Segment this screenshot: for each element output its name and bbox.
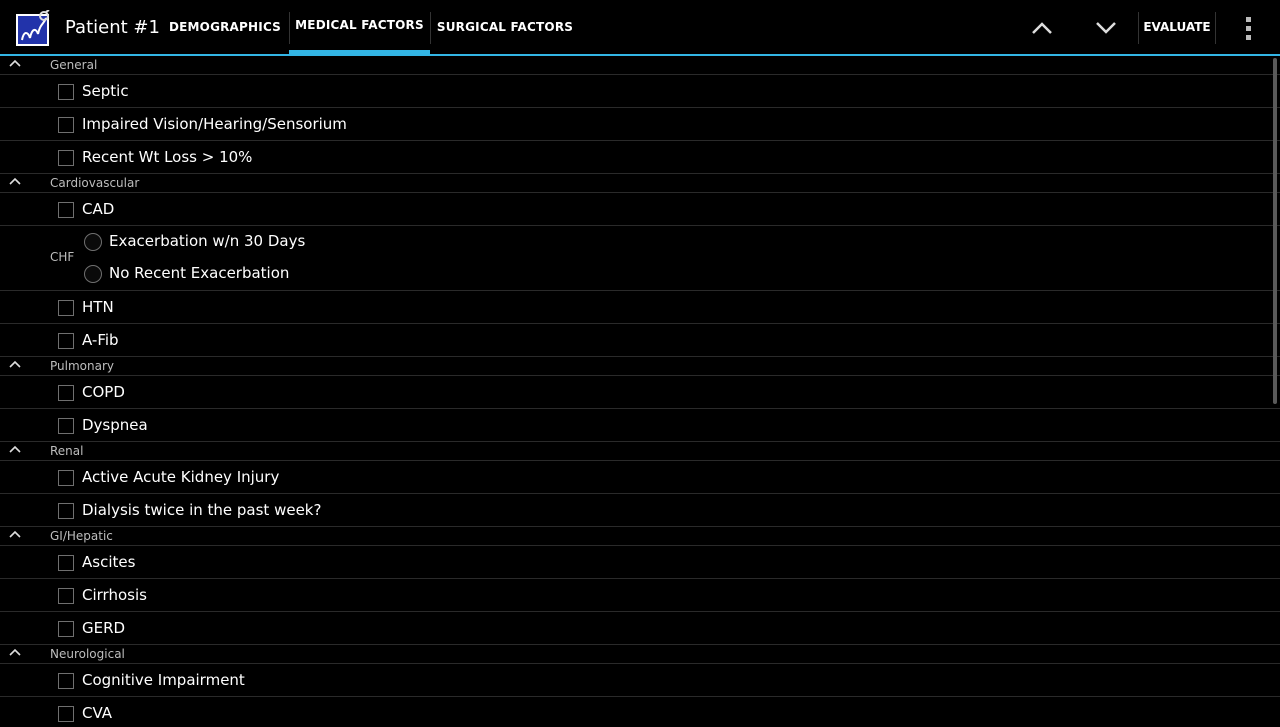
section-header-renal[interactable]: Renal bbox=[0, 442, 1280, 461]
item-label: A-Fib bbox=[82, 331, 119, 349]
list-item[interactable]: CAD bbox=[0, 193, 1280, 226]
impaired-vision-checkbox[interactable] bbox=[58, 117, 74, 133]
section-title: General bbox=[50, 58, 98, 72]
list-item[interactable]: Recent Wt Loss > 10% bbox=[0, 141, 1280, 174]
septic-checkbox[interactable] bbox=[58, 84, 74, 100]
item-label: CAD bbox=[82, 200, 115, 218]
section-header-gi-hepatic[interactable]: GI/Hepatic bbox=[0, 527, 1280, 546]
item-label: GERD bbox=[82, 619, 126, 637]
chevron-up-icon bbox=[9, 648, 21, 656]
item-label: Cirrhosis bbox=[82, 586, 147, 604]
list-item[interactable]: Impaired Vision/Hearing/Sensorium bbox=[0, 108, 1280, 141]
section-header-general[interactable]: General bbox=[0, 56, 1280, 75]
a-fib-checkbox[interactable] bbox=[58, 333, 74, 349]
item-label: HTN bbox=[82, 298, 114, 316]
section-title: Cardiovascular bbox=[50, 176, 140, 190]
list-item[interactable]: HTN bbox=[0, 291, 1280, 324]
cirrhosis-checkbox[interactable] bbox=[58, 588, 74, 604]
section-header-pulmonary[interactable]: Pulmonary bbox=[0, 357, 1280, 376]
action-bar: Patient #1 DEMOGRAPHICS MEDICAL FACTORS … bbox=[0, 0, 1280, 56]
dyspnea-checkbox[interactable] bbox=[58, 418, 74, 434]
list-item[interactable]: Cirrhosis bbox=[0, 579, 1280, 612]
section-title: Renal bbox=[50, 444, 84, 458]
list-item[interactable]: Cognitive Impairment bbox=[0, 664, 1280, 697]
section-title: GI/Hepatic bbox=[50, 529, 113, 543]
list-item[interactable]: COPD bbox=[0, 376, 1280, 409]
list-item[interactable]: A-Fib bbox=[0, 324, 1280, 357]
radio-label: Exacerbation w/n 30 Days bbox=[109, 232, 306, 250]
scrollbar[interactable] bbox=[1273, 58, 1277, 404]
dialysis-checkbox[interactable] bbox=[58, 503, 74, 519]
item-label: CVA bbox=[82, 704, 113, 722]
chevron-up-icon bbox=[9, 59, 21, 67]
item-label: Recent Wt Loss > 10% bbox=[82, 148, 253, 166]
chf-radio-group: CHF Exacerbation w/n 30 Days No Recent E… bbox=[0, 226, 1280, 291]
overflow-menu-icon[interactable] bbox=[1232, 10, 1264, 46]
list-item[interactable]: Ascites bbox=[0, 546, 1280, 579]
copd-checkbox[interactable] bbox=[58, 385, 74, 401]
item-label: Septic bbox=[82, 82, 129, 100]
chf-exacerbation-radio[interactable] bbox=[84, 233, 102, 251]
section-header-cardiovascular[interactable]: Cardiovascular bbox=[0, 174, 1280, 193]
htn-checkbox[interactable] bbox=[58, 300, 74, 316]
evaluate-button[interactable]: EVALUATE bbox=[1140, 0, 1214, 54]
list-item[interactable]: Septic bbox=[0, 75, 1280, 108]
item-label: COPD bbox=[82, 383, 125, 401]
vascular-surgery-logo-icon[interactable] bbox=[16, 9, 50, 46]
item-label: Active Acute Kidney Injury bbox=[82, 468, 280, 486]
chevron-up-icon bbox=[9, 445, 21, 453]
cad-checkbox[interactable] bbox=[58, 202, 74, 218]
tab-surgical-factors[interactable]: SURGICAL FACTORS bbox=[431, 0, 579, 54]
item-label: Dialysis twice in the past week? bbox=[82, 501, 322, 519]
cva-checkbox[interactable] bbox=[58, 706, 74, 722]
cognitive-impairment-checkbox[interactable] bbox=[58, 673, 74, 689]
chf-no-recent-radio[interactable] bbox=[84, 265, 102, 283]
chevron-up-icon bbox=[9, 360, 21, 368]
section-header-neurological[interactable]: Neurological bbox=[0, 645, 1280, 664]
list-item[interactable]: Active Acute Kidney Injury bbox=[0, 461, 1280, 494]
chf-label: CHF bbox=[50, 250, 75, 264]
tab-medical-factors[interactable]: MEDICAL FACTORS bbox=[289, 0, 430, 54]
action-divider bbox=[1215, 12, 1216, 44]
chevron-up-icon bbox=[9, 530, 21, 538]
collapse-all-icon[interactable] bbox=[1022, 10, 1062, 46]
recent-wt-loss-checkbox[interactable] bbox=[58, 150, 74, 166]
item-label: Cognitive Impairment bbox=[82, 671, 245, 689]
list-item[interactable]: Dialysis twice in the past week? bbox=[0, 494, 1280, 527]
item-label: Impaired Vision/Hearing/Sensorium bbox=[82, 115, 347, 133]
list-item[interactable]: Dyspnea bbox=[0, 409, 1280, 442]
item-label: Ascites bbox=[82, 553, 136, 571]
item-label: Dyspnea bbox=[82, 416, 148, 434]
section-title: Pulmonary bbox=[50, 359, 114, 373]
ascites-checkbox[interactable] bbox=[58, 555, 74, 571]
section-title: Neurological bbox=[50, 647, 125, 661]
tab-demographics[interactable]: DEMOGRAPHICS bbox=[162, 0, 288, 54]
list-item[interactable]: GERD bbox=[0, 612, 1280, 645]
app-title: Patient #1 bbox=[65, 17, 160, 38]
active-aki-checkbox[interactable] bbox=[58, 470, 74, 486]
expand-all-icon[interactable] bbox=[1086, 10, 1126, 46]
gerd-checkbox[interactable] bbox=[58, 621, 74, 637]
action-divider bbox=[1138, 12, 1139, 44]
list-item[interactable]: CVA bbox=[0, 697, 1280, 727]
radio-label: No Recent Exacerbation bbox=[109, 264, 290, 282]
chevron-up-icon bbox=[9, 177, 21, 185]
medical-factors-list[interactable]: General Septic Impaired Vision/Hearing/S… bbox=[0, 56, 1280, 727]
